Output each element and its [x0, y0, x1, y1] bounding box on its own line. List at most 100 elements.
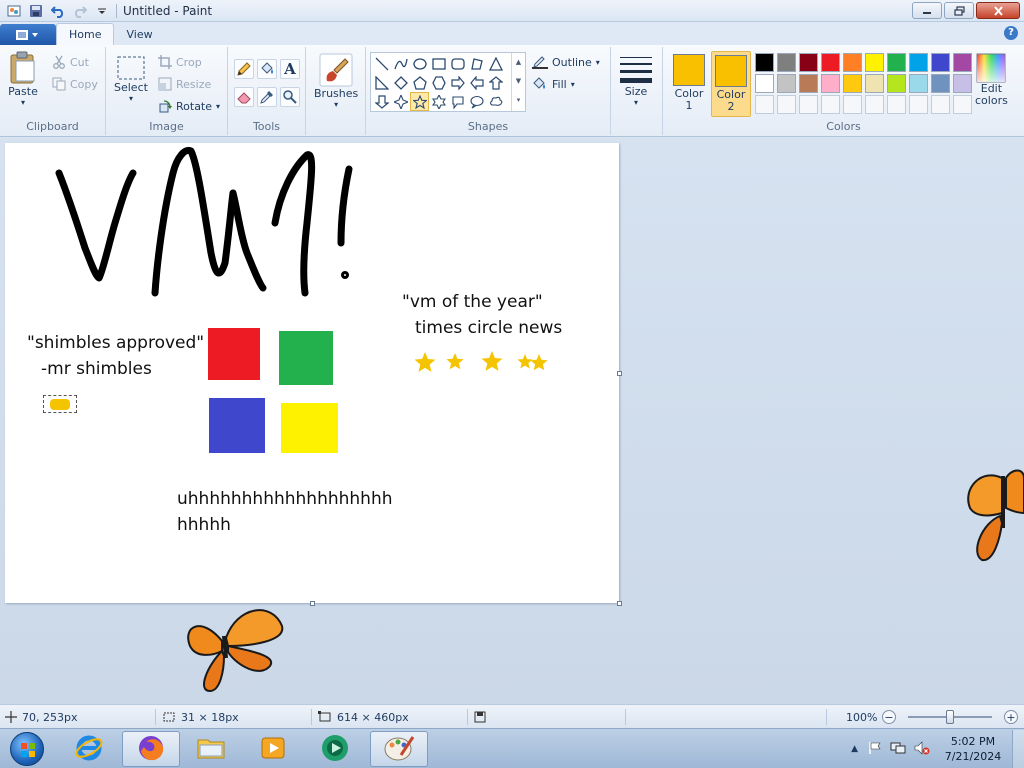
palette-swatch[interactable]: [755, 53, 774, 72]
firefox-taskbar-button[interactable]: [122, 731, 180, 767]
palette-swatch[interactable]: [799, 95, 818, 114]
edit-colors-button[interactable]: Edit colors: [975, 53, 1008, 107]
zoom-in-button[interactable]: +: [1004, 710, 1018, 724]
palette-swatch[interactable]: [909, 53, 928, 72]
close-button[interactable]: [976, 2, 1020, 19]
show-hidden-icons-chevron-up-icon[interactable]: ▲: [851, 744, 858, 754]
palette-swatch[interactable]: [909, 74, 928, 93]
palette-swatch[interactable]: [843, 53, 862, 72]
size-button[interactable]: Size ▾: [619, 53, 653, 107]
canvas-resize-handle-corner[interactable]: [617, 601, 622, 606]
palette-swatch[interactable]: [931, 74, 950, 93]
drawing-canvas[interactable]: "vm of the year" times circle news "shim…: [5, 143, 619, 603]
selection-rectangle[interactable]: [43, 395, 77, 413]
undo-icon[interactable]: [50, 3, 66, 19]
save-icon[interactable]: [28, 3, 44, 19]
palette-swatch[interactable]: [931, 53, 950, 72]
palette-swatch[interactable]: [865, 53, 884, 72]
down-arrow-shape-icon[interactable]: [372, 92, 391, 111]
palette-swatch[interactable]: [777, 53, 796, 72]
palette-swatch[interactable]: [931, 95, 950, 114]
network-icon[interactable]: [890, 741, 906, 758]
palette-swatch[interactable]: [887, 74, 906, 93]
file-explorer-taskbar-button[interactable]: [182, 731, 240, 767]
palette-swatch[interactable]: [887, 53, 906, 72]
polygon-shape-icon[interactable]: [467, 54, 486, 73]
color-2-button[interactable]: Color 2: [711, 51, 751, 117]
palette-swatch[interactable]: [953, 95, 972, 114]
rounded-rectangle-shape-icon[interactable]: [448, 54, 467, 73]
media-player-taskbar-button[interactable]: [244, 731, 302, 767]
four-point-star-shape-icon[interactable]: [391, 92, 410, 111]
rectangle-shape-icon[interactable]: [429, 54, 448, 73]
help-icon[interactable]: ?: [1004, 26, 1018, 40]
canvas-resize-handle-bottom[interactable]: [310, 601, 315, 606]
oval-shape-icon[interactable]: [410, 54, 429, 73]
palette-swatch[interactable]: [865, 95, 884, 114]
customize-qat-chevron-down-icon[interactable]: [94, 3, 110, 19]
fill-bucket-icon[interactable]: [257, 59, 277, 79]
copy-button[interactable]: Copy: [52, 77, 98, 91]
palette-swatch[interactable]: [909, 95, 928, 114]
hexagon-shape-icon[interactable]: [429, 73, 448, 92]
media-center-taskbar-button[interactable]: [306, 731, 364, 767]
minimize-button[interactable]: [912, 2, 942, 19]
select-button[interactable]: Select ▾: [114, 55, 148, 103]
palette-swatch[interactable]: [953, 53, 972, 72]
palette-swatch[interactable]: [821, 95, 840, 114]
shapes-scroll[interactable]: ▲ ▼ ▾: [511, 53, 525, 111]
palette-swatch[interactable]: [755, 95, 774, 114]
pentagon-shape-icon[interactable]: [410, 73, 429, 92]
magnifier-icon[interactable]: [280, 87, 300, 107]
right-triangle-shape-icon[interactable]: [372, 73, 391, 92]
oval-callout-shape-icon[interactable]: [467, 92, 486, 111]
color-1-button[interactable]: Color 1: [669, 51, 709, 112]
work-area[interactable]: "vm of the year" times circle news "shim…: [0, 138, 1024, 704]
zoom-out-button[interactable]: −: [882, 710, 896, 724]
palette-swatch[interactable]: [843, 74, 862, 93]
palette-swatch[interactable]: [755, 74, 774, 93]
left-arrow-shape-icon[interactable]: [467, 73, 486, 92]
palette-swatch[interactable]: [777, 74, 796, 93]
up-arrow-shape-icon[interactable]: [486, 73, 505, 92]
brushes-button[interactable]: Brushes ▾: [314, 53, 358, 109]
resize-button[interactable]: Resize: [158, 77, 211, 91]
canvas-resize-handle-right[interactable]: [617, 371, 622, 376]
palette-swatch[interactable]: [865, 74, 884, 93]
palette-swatch[interactable]: [821, 53, 840, 72]
redo-icon[interactable]: [72, 3, 88, 19]
palette-swatch[interactable]: [799, 53, 818, 72]
palette-swatch[interactable]: [821, 74, 840, 93]
palette-swatch[interactable]: [887, 95, 906, 114]
text-tool-icon[interactable]: A: [280, 59, 300, 79]
rotate-button[interactable]: Rotate ▾: [158, 99, 220, 113]
tab-view[interactable]: View: [114, 23, 164, 45]
five-point-star-shape-icon[interactable]: [410, 92, 429, 111]
triangle-shape-icon[interactable]: [486, 54, 505, 73]
color-picker-icon[interactable]: [257, 87, 277, 107]
paint-app-icon[interactable]: [6, 3, 22, 19]
clock[interactable]: 5:02 PM 7/21/2024: [938, 734, 1008, 764]
eraser-icon[interactable]: [234, 87, 254, 107]
paint-taskbar-button[interactable]: [370, 731, 428, 767]
start-button[interactable]: [2, 730, 52, 768]
right-arrow-shape-icon[interactable]: [448, 73, 467, 92]
curve-shape-icon[interactable]: [391, 54, 410, 73]
internet-explorer-taskbar-button[interactable]: [60, 731, 118, 767]
diamond-shape-icon[interactable]: [391, 73, 410, 92]
action-center-flag-icon[interactable]: [868, 741, 882, 758]
zoom-slider-thumb[interactable]: [946, 710, 954, 724]
six-point-star-shape-icon[interactable]: [429, 92, 448, 111]
line-shape-icon[interactable]: [372, 54, 391, 73]
restore-button[interactable]: [944, 2, 974, 19]
volume-muted-icon[interactable]: [914, 740, 930, 758]
crop-button[interactable]: Crop: [158, 55, 202, 69]
tab-home[interactable]: Home: [56, 23, 115, 45]
pencil-icon[interactable]: [234, 59, 254, 79]
palette-swatch[interactable]: [777, 95, 796, 114]
rounded-callout-shape-icon[interactable]: [448, 92, 467, 111]
outline-button[interactable]: Outline ▾: [532, 55, 600, 69]
show-desktop-button[interactable]: [1012, 730, 1024, 768]
palette-swatch[interactable]: [843, 95, 862, 114]
fill-button[interactable]: Fill ▾: [532, 77, 575, 91]
